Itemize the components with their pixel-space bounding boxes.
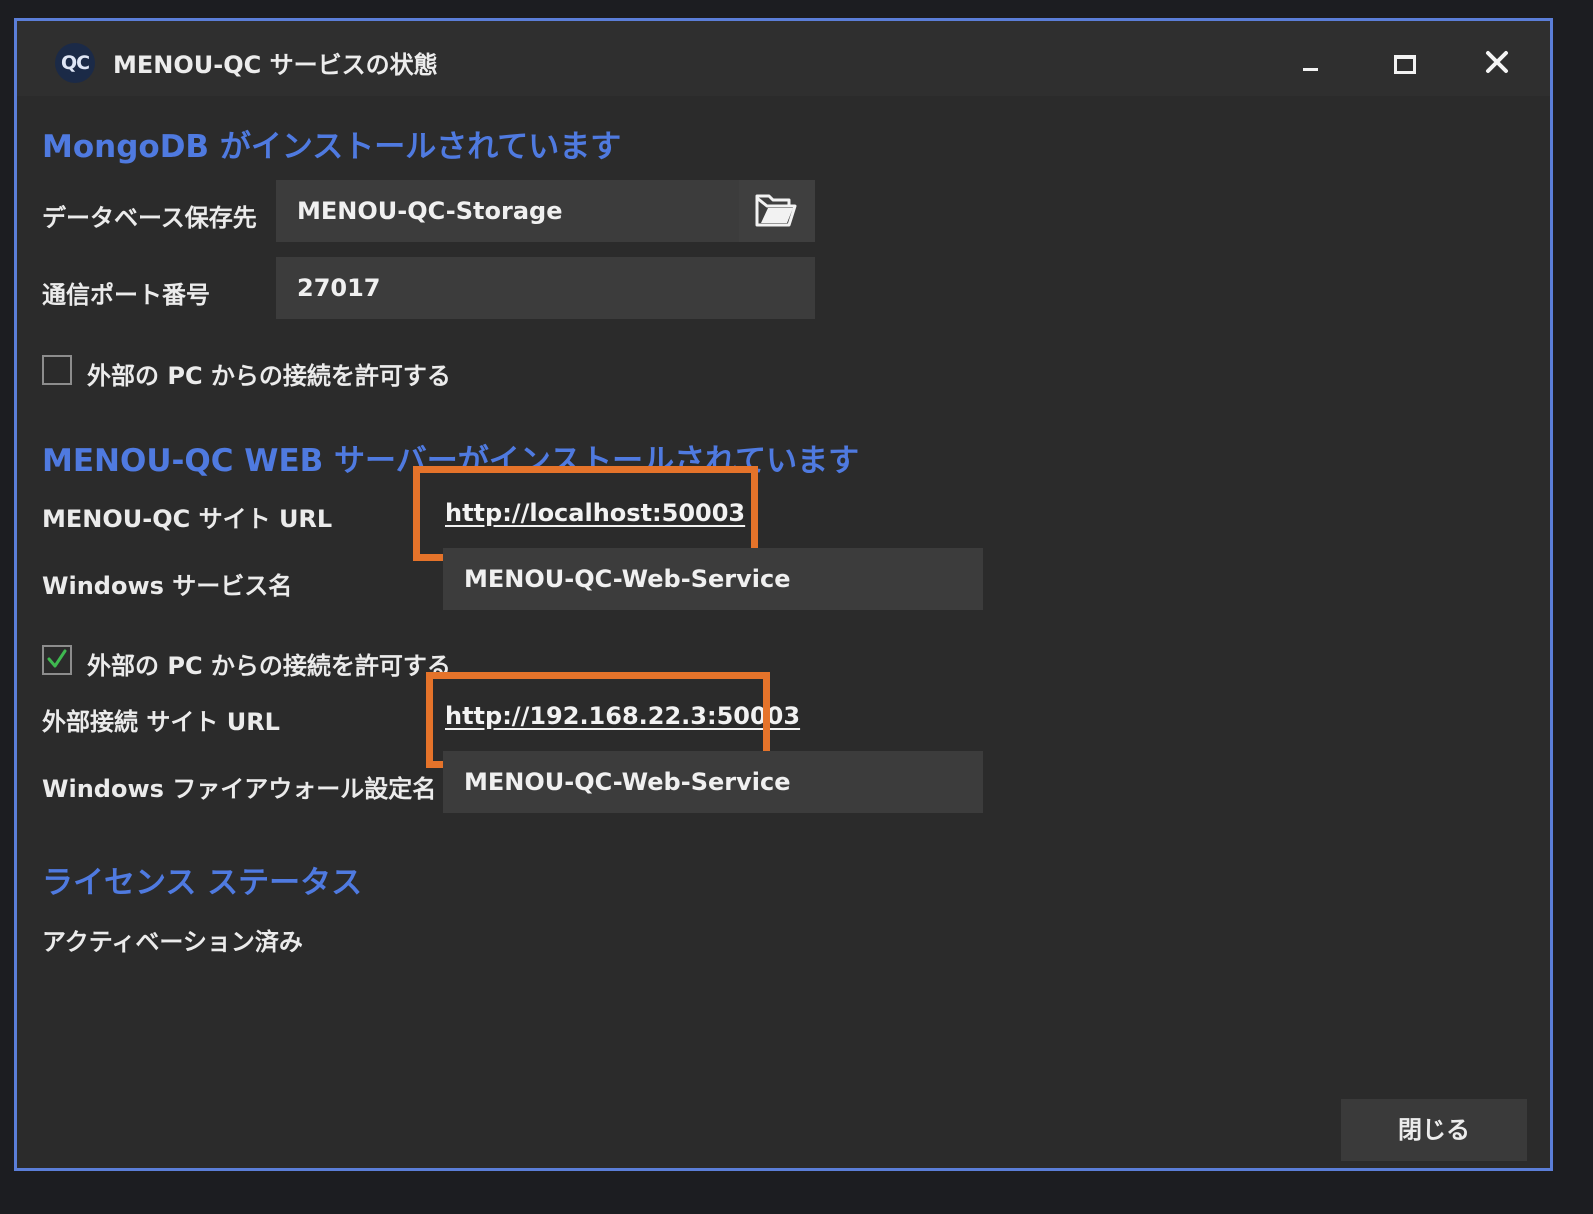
site-url-label: MENOU-QC サイト URL — [42, 505, 333, 533]
window-title: MENOU-QC サービスの状態 — [113, 51, 438, 79]
firewall-label: Windows ファイアウォール設定名 — [42, 775, 437, 803]
port-field[interactable] — [276, 257, 815, 319]
license-status: アクティベーション済み — [42, 928, 303, 956]
app-logo-icon: QC — [55, 43, 95, 83]
mongodb-allow-external-label: 外部の PC からの接続を許可する — [87, 362, 451, 390]
web-allow-external-checkbox[interactable] — [42, 645, 72, 675]
license-heading: ライセンス ステータス — [42, 865, 363, 901]
checkmark-icon — [47, 649, 67, 668]
close-window-button[interactable] — [1467, 37, 1527, 87]
web-allow-external-label: 外部の PC からの接続を許可する — [87, 652, 451, 680]
browse-folder-button[interactable] — [739, 180, 815, 242]
service-name-field[interactable] — [443, 548, 983, 610]
close-icon — [1486, 51, 1508, 73]
mongodb-allow-external-checkbox[interactable] — [42, 355, 72, 385]
db-location-label: データベース保存先 — [42, 204, 257, 232]
mongodb-heading: MongoDB がインストールされています — [42, 129, 622, 165]
service-name-label: Windows サービス名 — [42, 572, 293, 600]
site-url-link[interactable]: http://localhost:50003 — [445, 499, 745, 527]
minimize-icon — [1303, 68, 1318, 71]
firewall-field[interactable] — [443, 751, 983, 813]
db-location-field[interactable] — [276, 180, 739, 242]
folder-open-icon — [755, 194, 797, 227]
close-button[interactable]: 閉じる — [1341, 1099, 1527, 1161]
minimize-button[interactable] — [1280, 37, 1340, 87]
external-url-label: 外部接続 サイト URL — [42, 708, 280, 736]
service-status-window: QC MENOU-QC サービスの状態 MongoDB がインストールされていま… — [14, 18, 1553, 1171]
port-label: 通信ポート番号 — [42, 281, 210, 309]
maximize-icon — [1394, 55, 1416, 74]
web-server-heading: MENOU-QC WEB サーバーがインストールされています — [42, 443, 860, 479]
external-url-link[interactable]: http://192.168.22.3:50003 — [445, 702, 800, 730]
maximize-button[interactable] — [1373, 37, 1433, 87]
title-bar[interactable]: QC MENOU-QC サービスの状態 — [17, 21, 1550, 96]
